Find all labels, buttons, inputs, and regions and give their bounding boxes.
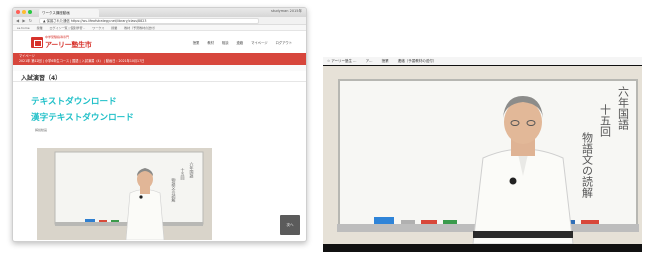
- whiteboard-text-3: 物語文の読解: [581, 131, 594, 199]
- svg-text:六年国語: 六年国語: [190, 161, 195, 179]
- video-player[interactable]: ☆ アーリー塾生 ... ア... 授業 連絡（予習教材の送付） 六年国語 十五…: [323, 57, 642, 252]
- video-frame[interactable]: 六年国語 十五回 物語文の読解: [323, 66, 642, 244]
- nav-item[interactable]: 相談: [222, 40, 229, 45]
- bookmark-item[interactable]: ss.home: [17, 26, 30, 30]
- whiteboard-text-2: 十五回: [599, 103, 612, 137]
- nav-item[interactable]: マイページ: [251, 40, 267, 45]
- logo-icon: [31, 37, 43, 48]
- bookmark-item[interactable]: ログイン一覧 | 個別学習 ..: [50, 26, 86, 30]
- nav-item[interactable]: ログアウト: [276, 40, 292, 45]
- lecture-video: 六年国語 十五回 物語文の読解: [323, 66, 642, 244]
- kanji-text-download-link[interactable]: 漢字テキストダウンロード: [13, 111, 306, 123]
- player-topbar-item[interactable]: 授業: [382, 59, 389, 63]
- embedded-video[interactable]: 六年国語 十五回 物語文の読解: [37, 148, 212, 240]
- marker-icon: [581, 220, 599, 224]
- address-bar-row: ◀ ▶ ↻ ▲ 保護された通信 https://ws.lifeofstrateg…: [13, 17, 306, 25]
- site-logo[interactable]: 中学受験指導専門 アーリー塾生市: [31, 34, 92, 50]
- bookmark-item[interactable]: ワークス: [92, 26, 104, 30]
- embedded-video-frame: 六年国語 十五回 物語文の読解: [37, 148, 212, 240]
- logo-subtitle: 中学受験指導専門: [45, 35, 70, 39]
- url-input[interactable]: ▲ 保護された通信 https://ws.lifeofstrategy.net/…: [39, 18, 259, 24]
- close-window-icon[interactable]: [16, 10, 20, 14]
- titlebar-user: studyman 2015年: [271, 9, 302, 13]
- browser-titlebar: ワークス講座動画 studyman 2015年: [13, 8, 306, 17]
- text-download-link[interactable]: テキストダウンロード: [13, 95, 306, 107]
- maximize-window-icon[interactable]: [28, 10, 32, 14]
- nav-item[interactable]: 教材: [207, 40, 214, 45]
- bookmark-item[interactable]: 授業: [111, 26, 117, 30]
- logo-text: アーリー塾生市: [45, 41, 92, 49]
- browser-tab[interactable]: ワークス講座動画: [39, 9, 99, 17]
- bookmark-item[interactable]: 教材（予習教材の送付）: [124, 26, 157, 30]
- course-details: 2021年 第12回 | 小学6年生コース | 国語 | 入試演習（4） | 動…: [19, 58, 145, 63]
- bookmark-item[interactable]: 授業: [37, 26, 43, 30]
- whiteboard-text-1: 六年国語: [617, 86, 630, 131]
- browser-window: ワークス講座動画 studyman 2015年 ◀ ▶ ↻ ▲ 保護された通信 …: [12, 7, 307, 242]
- eraser-icon: [374, 217, 394, 224]
- lapel-mic-icon: [509, 177, 517, 185]
- marker-icon: [443, 220, 457, 224]
- marker-icon: [421, 220, 437, 224]
- player-topbar: ☆ アーリー塾生 ... ア... 授業 連絡（予習教材の送付）: [323, 57, 642, 65]
- nav-item[interactable]: 授業: [193, 40, 200, 45]
- window-controls: [16, 10, 32, 14]
- course-info-bar: マイページ 2021年 第12回 | 小学6年生コース | 国語 | 入試演習（…: [13, 53, 306, 65]
- svg-text:物語文の読解: 物語文の読解: [172, 177, 177, 203]
- next-button[interactable]: 次へ: [280, 215, 300, 235]
- site-nav: 授業 教材 相談 連絡 マイページ ログアウト: [193, 40, 292, 45]
- nav-item[interactable]: 連絡: [237, 40, 244, 45]
- player-topbar-item[interactable]: ア...: [366, 59, 373, 63]
- site-header: 中学受験指導専門 アーリー塾生市 授業 教材 相談 連絡 マイページ ログアウト: [13, 31, 306, 53]
- video-section-label: 解説動画: [35, 128, 48, 132]
- svg-text:十五回: 十五回: [181, 167, 186, 181]
- minimize-window-icon[interactable]: [22, 10, 26, 14]
- page-title: 入試演習（4）: [13, 71, 306, 82]
- player-topbar-item[interactable]: ☆ アーリー塾生 ...: [327, 59, 357, 63]
- nav-buttons[interactable]: ◀ ▶ ↻: [16, 18, 33, 23]
- player-topbar-item[interactable]: 連絡（予習教材の送付）: [398, 59, 437, 63]
